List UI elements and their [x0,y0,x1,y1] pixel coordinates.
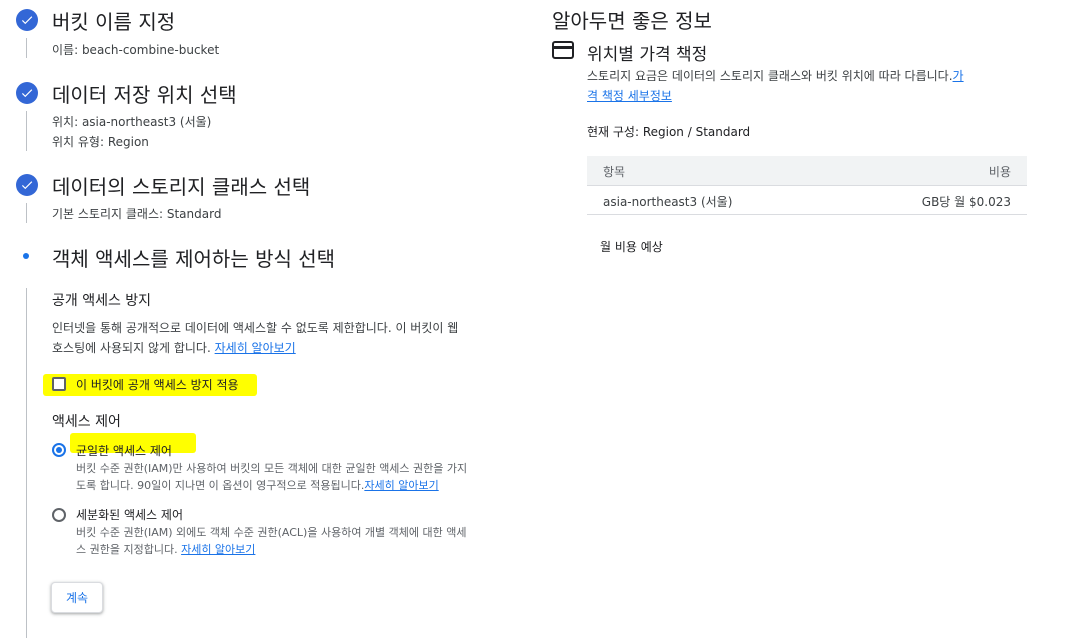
public-access-heading: 공개 액세스 방지 [52,293,152,309]
step-title-location[interactable]: 데이터 저장 위치 선택 [52,79,237,108]
pricing-table-header-cost: 비용 [988,165,1011,179]
fine-grained-access-label[interactable]: 세분화된 액세스 제어 [76,506,183,523]
step-detail-location-type: 위치 유형: Region [52,135,149,149]
step-connector [26,288,27,638]
step-connector [26,111,27,151]
pricing-row-cost: GB당 월 $0.023 [921,195,1011,209]
step-title-access-control[interactable]: 객체 액세스를 제어하는 방식 선택 [52,243,335,272]
pricing-table-header: 항목 비용 [587,156,1027,186]
step-connector [26,38,27,58]
step-detail-location: 위치: asia-northeast3 (서울) [52,115,212,129]
fine-grained-access-learn-more-link[interactable]: 자세히 알아보기 [181,543,255,556]
uniform-access-label[interactable]: 균일한 액세스 제어 [76,442,172,459]
public-access-description: 인터넷을 통해 공개적으로 데이터에 액세스할 수 없도록 제한합니다. 이 버… [52,318,532,358]
continue-button[interactable]: 계속 [51,582,103,613]
step-connector [26,203,27,223]
public-access-desc-line1: 인터넷을 통해 공개적으로 데이터에 액세스할 수 없도록 제한합니다. 이 버… [52,321,459,335]
uniform-access-desc-line2: 도록 합니다. 90일이 지나면 이 옵션이 영구적으로 적용됩니다. [76,479,365,492]
current-config: 현재 구성: Region / Standard [587,125,751,139]
step-detail-storage-class: 기본 스토리지 클래스: Standard [52,207,222,221]
step-active-dot [23,253,29,259]
step-complete-icon [16,82,38,104]
fine-grained-access-desc-line2: 스 권한을 지정합니다. [76,543,178,556]
pricing-details-link-part1[interactable]: 가 [953,69,964,83]
step-complete-icon [16,174,38,196]
credit-card-icon [552,41,574,63]
fine-grained-access-description: 버킷 수준 권한(IAM) 외에도 객체 수준 권한(ACL)을 사용하여 개별… [76,524,526,558]
access-control-heading: 액세스 제어 [52,414,121,430]
public-access-prevention-checkbox[interactable] [52,377,66,391]
pricing-description: 스토리지 요금은 데이터의 스토리지 클래스와 버킷 위치에 따라 다릅니다.가… [587,66,1027,106]
step-complete-icon [16,9,38,31]
uniform-access-learn-more-link[interactable]: 자세히 알아보기 [364,479,438,492]
public-access-learn-more-link[interactable]: 자세히 알아보기 [215,341,296,355]
pricing-desc-text: 스토리지 요금은 데이터의 스토리지 클래스와 버킷 위치에 따라 다릅니다. [587,69,953,83]
uniform-access-radio[interactable] [52,443,66,457]
public-access-desc-line2: 호스팅에 사용되지 않게 합니다. [52,341,211,355]
table-row: asia-northeast3 (서울) GB당 월 $0.023 [587,186,1027,215]
step-title-storage-class[interactable]: 데이터의 스토리지 클래스 선택 [52,171,310,200]
pricing-table-header-item: 항목 [603,165,626,179]
uniform-access-desc-line1: 버킷 수준 권한(IAM)만 사용하여 버킷의 모든 객체에 대한 균일한 액세… [76,462,468,475]
pricing-row-location: asia-northeast3 (서울) [603,195,733,209]
pricing-section-title: 위치별 가격 책정 [587,45,708,65]
monthly-estimate-label[interactable]: 월 비용 예상 [600,238,663,255]
uniform-access-description: 버킷 수준 권한(IAM)만 사용하여 버킷의 모든 객체에 대한 균일한 액세… [76,460,526,494]
step-title-bucket-name[interactable]: 버킷 이름 지정 [52,6,175,35]
pricing-details-link-part2[interactable]: 격 책정 세부정보 [587,89,672,103]
step-detail-bucket-name: 이름: beach-combine-bucket [52,43,220,57]
fine-grained-access-desc-line1: 버킷 수준 권한(IAM) 외에도 객체 수준 권한(ACL)을 사용하여 개별… [76,526,467,539]
public-access-prevention-label[interactable]: 이 버킷에 공개 액세스 방지 적용 [76,376,239,393]
info-panel-title: 알아두면 좋은 정보 [552,9,712,33]
fine-grained-access-radio[interactable] [52,508,66,522]
